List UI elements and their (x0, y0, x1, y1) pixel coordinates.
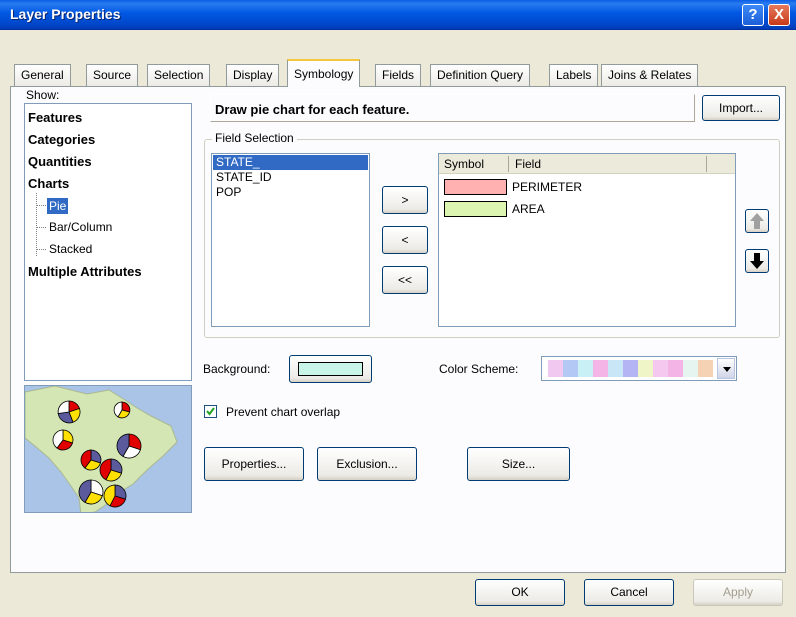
move-down-button[interactable] (745, 249, 769, 273)
available-fields-list[interactable]: STATE_ STATE_ID POP (211, 153, 370, 327)
ok-button[interactable]: OK (475, 579, 565, 606)
available-field-item[interactable]: STATE_ID (216, 170, 272, 184)
window-title: Layer Properties (10, 6, 121, 22)
tab-labels[interactable]: Labels (549, 64, 599, 86)
tab-display[interactable]: Display (226, 64, 280, 86)
field-selection-label: Field Selection (212, 131, 297, 145)
remove-field-button[interactable]: < (382, 226, 428, 254)
available-field-item[interactable]: STATE_ (216, 155, 260, 169)
description-box: Draw pie chart for each feature. (210, 94, 695, 122)
column-divider (706, 156, 707, 172)
tab-general[interactable]: General (14, 64, 71, 86)
color-ramp (548, 360, 713, 377)
color-ramp-swatch (593, 360, 608, 377)
tab-source[interactable]: Source (86, 64, 139, 86)
field-column-header[interactable]: Field (515, 157, 541, 171)
chart-fields-list[interactable]: Symbol Field PERIMETER AREA (438, 153, 736, 327)
preview-map (25, 386, 178, 512)
tree-connector (36, 227, 46, 228)
color-ramp-swatch (623, 360, 638, 377)
help-button[interactable]: ? (742, 4, 764, 26)
symbol-swatch[interactable] (444, 201, 507, 217)
color-ramp-swatch (548, 360, 563, 377)
background-label: Background: (203, 362, 271, 376)
chart-field-item[interactable]: PERIMETER (512, 180, 582, 194)
color-ramp-swatch (563, 360, 578, 377)
color-ramp-swatch (698, 360, 713, 377)
size-button[interactable]: Size... (467, 447, 570, 481)
color-ramp-swatch (578, 360, 593, 377)
tab-joins-relates[interactable]: Joins & Relates (601, 64, 699, 86)
tree-item-features[interactable]: Features (28, 110, 82, 125)
tab-symbology[interactable]: Symbology (287, 59, 361, 87)
show-label: Show: (26, 88, 60, 102)
tree-item-categories[interactable]: Categories (28, 132, 95, 147)
add-field-button[interactable]: > (382, 186, 428, 214)
tree-item-pie[interactable]: Pie (47, 198, 69, 214)
exclusion-button[interactable]: Exclusion... (317, 447, 417, 481)
close-button[interactable]: X (768, 4, 790, 26)
arrow-up-icon (750, 213, 764, 229)
apply-button[interactable]: Apply (693, 579, 783, 606)
properties-button[interactable]: Properties... (204, 447, 304, 481)
remove-all-fields-button[interactable]: << (382, 266, 428, 294)
tree-item-bar-column[interactable]: Bar/Column (49, 220, 112, 234)
color-scheme-label: Color Scheme: (439, 362, 519, 376)
description-text: Draw pie chart for each feature. (215, 102, 410, 117)
symbol-swatch[interactable] (444, 179, 507, 195)
cancel-button[interactable]: Cancel (584, 579, 674, 606)
import-button[interactable]: Import... (702, 95, 780, 121)
color-ramp-swatch (668, 360, 683, 377)
chart-field-item[interactable]: AREA (512, 202, 545, 216)
prevent-overlap-label: Prevent chart overlap (226, 405, 341, 419)
tree-connector (36, 249, 46, 250)
arrow-down-icon (750, 253, 764, 269)
chart-preview (24, 385, 192, 513)
tab-definition-query[interactable]: Definition Query (430, 64, 531, 86)
color-ramp-swatch (608, 360, 623, 377)
dropdown-button[interactable] (717, 358, 735, 379)
column-divider (508, 156, 509, 172)
tab-selection[interactable]: Selection (147, 64, 211, 86)
checkmark-icon (206, 407, 215, 416)
color-scheme-dropdown[interactable] (541, 356, 737, 381)
background-color-button[interactable] (289, 355, 372, 383)
tree-connector (36, 193, 37, 256)
tree-item-stacked[interactable]: Stacked (49, 242, 92, 256)
tree-item-multiple-attributes[interactable]: Multiple Attributes (28, 264, 142, 279)
tree-connector (36, 205, 46, 206)
available-field-item[interactable]: POP (216, 185, 241, 199)
show-tree[interactable]: Features Categories Quantities Charts Pi… (24, 103, 192, 381)
background-color-swatch (298, 362, 363, 376)
chevron-down-icon (723, 367, 731, 372)
symbol-column-header[interactable]: Symbol (444, 157, 484, 171)
tree-item-quantities[interactable]: Quantities (28, 154, 92, 169)
color-ramp-swatch (683, 360, 698, 377)
tab-fields[interactable]: Fields (375, 64, 422, 86)
color-ramp-swatch (638, 360, 653, 377)
tree-item-charts[interactable]: Charts (28, 176, 69, 191)
move-up-button[interactable] (745, 209, 769, 233)
color-ramp-swatch (653, 360, 668, 377)
prevent-overlap-checkbox[interactable] (204, 405, 217, 418)
